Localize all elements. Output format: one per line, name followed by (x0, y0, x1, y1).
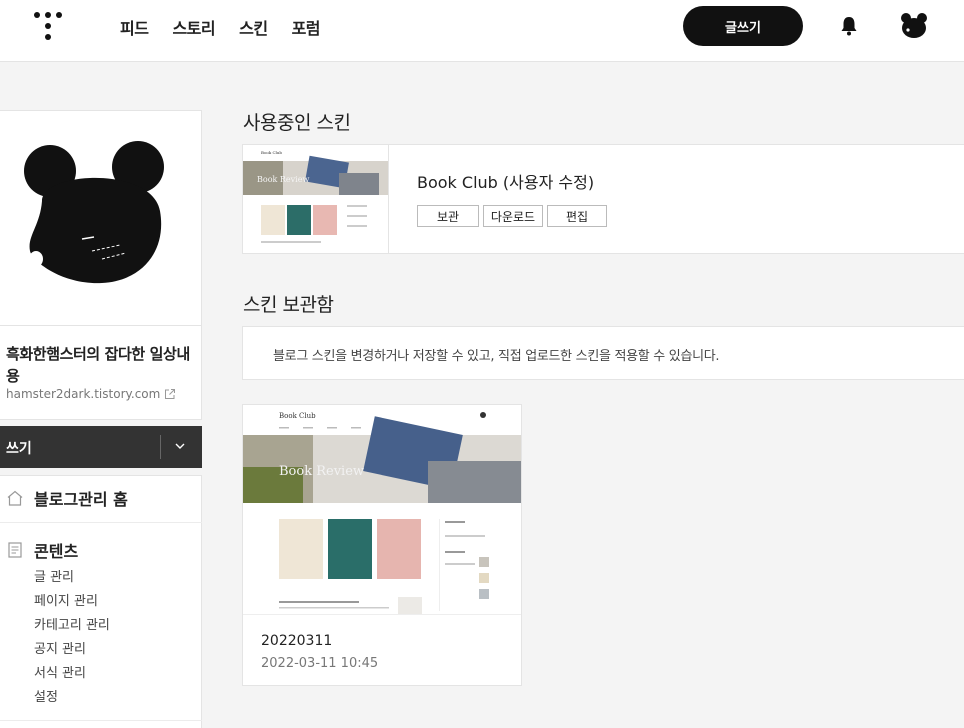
submenu-template-manage[interactable]: 서식 관리 (34, 662, 110, 686)
menu-item-content[interactable]: 콘텐츠 (6, 538, 78, 562)
blog-title[interactable]: 흑화한햄스터의 잡다한 일상내용 (6, 343, 196, 387)
stored-skin-preview[interactable]: Book Club Book Review (243, 405, 521, 615)
menu-home-label: 블로그관리 홈 (34, 490, 128, 509)
write-bar-separator (160, 435, 161, 459)
storage-info-text: 블로그 스킨을 변경하거나 저장할 수 있고, 직접 업로드한 스킨을 적용할 … (273, 349, 720, 364)
tistory-logo[interactable] (34, 12, 62, 40)
document-icon (8, 542, 22, 558)
nav-story[interactable]: 스토리 (172, 15, 215, 39)
preview-header-text: Book Club (261, 150, 282, 155)
write-bar: 쓰기 (0, 426, 202, 468)
profile-divider (0, 325, 202, 326)
blog-profile-card: 흑화한햄스터의 잡다한 일상내용 hamster2dark.tistory.co… (0, 110, 202, 420)
current-skin-heading: 사용중인 스킨 (243, 112, 351, 134)
nav-forum[interactable]: 포럼 (292, 15, 321, 39)
preview-banner-text: Book Review (279, 464, 364, 479)
skin-preview-image: Book Club Book Review (243, 405, 521, 614)
nav-skin[interactable]: 스킨 (239, 15, 268, 39)
write-post-button[interactable]: 글쓰기 (683, 6, 803, 46)
write-bar-button[interactable]: 쓰기 (6, 438, 32, 458)
storage-info-box: 블로그 스킨을 변경하거나 저장할 수 있고, 직접 업로드한 스킨을 적용할 … (242, 326, 964, 380)
edit-button[interactable]: 편집 (547, 205, 607, 227)
submenu-settings[interactable]: 설정 (34, 686, 110, 710)
menu-item-blog-home[interactable]: 블로그관리 홈 (6, 486, 128, 510)
skin-preview-image: Book Club Book Review (243, 145, 388, 253)
bell-icon[interactable] (840, 16, 858, 36)
stored-skin-name: 20220311 (261, 633, 333, 649)
admin-menu: 블로그관리 홈 콘텐츠 글 관리 페이지 관리 카테고리 관리 공지 관리 서식… (0, 475, 202, 728)
archive-button[interactable]: 보관 (417, 205, 479, 227)
blog-avatar[interactable] (22, 141, 172, 291)
stored-skin-date: 2022-03-11 10:45 (261, 656, 379, 671)
skin-storage-heading: 스킨 보관함 (243, 294, 334, 316)
menu-divider (0, 720, 202, 721)
menu-divider (0, 522, 202, 523)
main-nav: 피드 스토리 스킨 포럼 (120, 15, 321, 39)
current-skin-preview[interactable]: Book Club Book Review (243, 145, 389, 253)
home-icon (7, 490, 23, 506)
submenu-category-manage[interactable]: 카테고리 관리 (34, 614, 110, 638)
current-skin-card: Book Club Book Review Book Club (사용자 수정)… (242, 144, 964, 254)
current-skin-actions: 보관 다운로드 편집 (417, 205, 607, 227)
preview-banner-text: Book Review (257, 175, 309, 184)
content-submenu: 글 관리 페이지 관리 카테고리 관리 공지 관리 서식 관리 설정 (34, 566, 110, 710)
top-header: 피드 스토리 스킨 포럼 글쓰기 (0, 0, 964, 62)
stored-skin-card[interactable]: Book Club Book Review 20220311 2022-03-1… (242, 404, 522, 686)
blog-url-text: hamster2dark.tistory.com (6, 387, 161, 401)
submenu-post-manage[interactable]: 글 관리 (34, 566, 110, 590)
external-link-icon (165, 389, 176, 399)
user-avatar[interactable] (900, 12, 928, 40)
submenu-page-manage[interactable]: 페이지 관리 (34, 590, 110, 614)
menu-content-label: 콘텐츠 (34, 542, 79, 561)
blog-url-link[interactable]: hamster2dark.tistory.com (6, 387, 176, 401)
chevron-down-icon[interactable] (174, 440, 186, 452)
nav-feed[interactable]: 피드 (120, 15, 149, 39)
preview-header-text: Book Club (279, 412, 316, 420)
submenu-notice-manage[interactable]: 공지 관리 (34, 638, 110, 662)
download-button[interactable]: 다운로드 (483, 205, 543, 227)
current-skin-name: Book Club (사용자 수정) (417, 173, 595, 192)
